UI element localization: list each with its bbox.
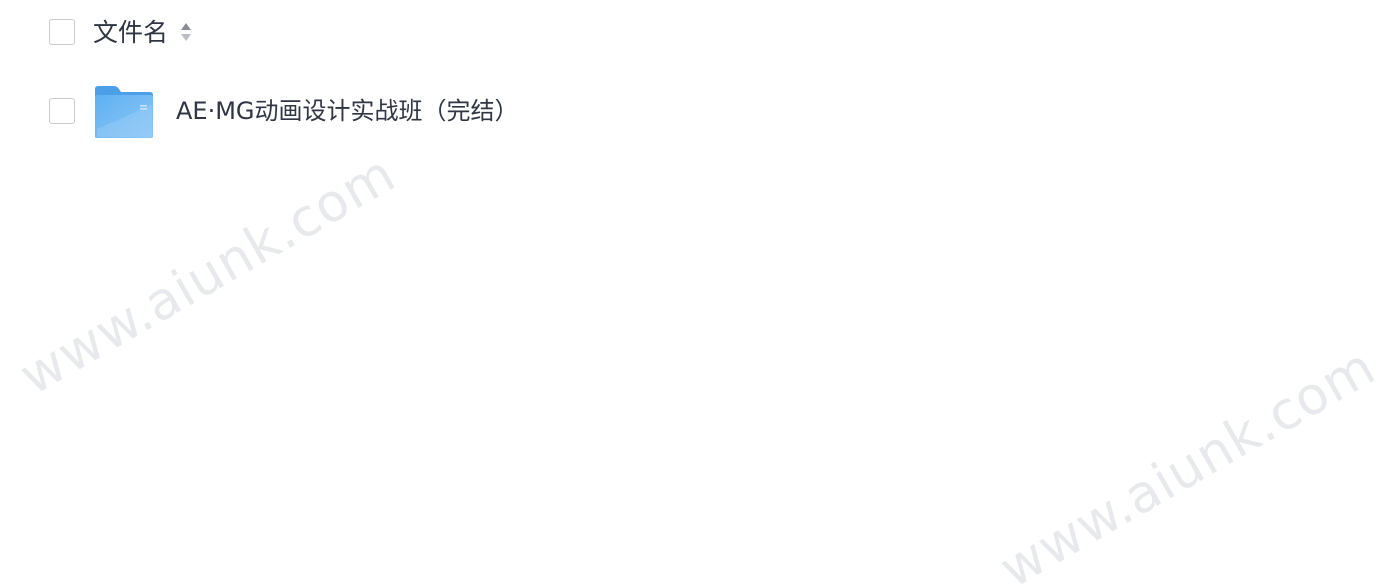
select-all-checkbox[interactable] <box>49 19 75 45</box>
file-row-checkbox[interactable] <box>49 98 75 124</box>
watermark-text: www.aiunk.com <box>10 143 406 407</box>
watermark-text: www.aiunk.com <box>990 336 1384 588</box>
folder-icon[interactable] <box>94 85 154 139</box>
file-name-link[interactable]: AE·MG动画设计实战班（完结） <box>176 95 519 127</box>
column-header-filename[interactable]: 文件名 <box>93 17 168 49</box>
sort-icon[interactable] <box>179 21 193 43</box>
file-list-page: 文件名 AE·MG动画设计实战班（完结） www.aiunk.com www.a… <box>0 0 1384 588</box>
